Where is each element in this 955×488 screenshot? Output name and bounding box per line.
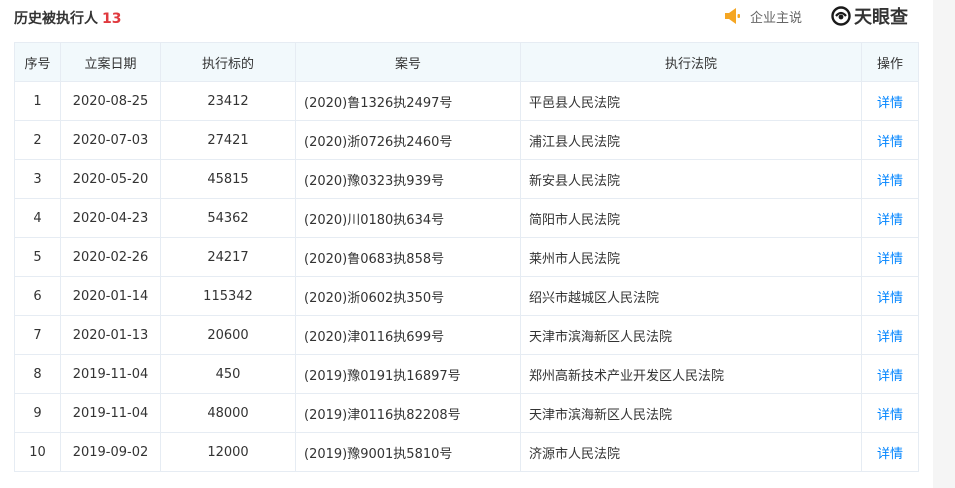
- cell-amount: 27421: [160, 120, 296, 160]
- cell-case-no: (2019)豫9001执5810号: [295, 432, 521, 472]
- detail-link[interactable]: 详情: [861, 120, 919, 160]
- section-title-text: 历史被执行人: [14, 11, 98, 27]
- column-header-action: 操作: [861, 42, 919, 82]
- cell-date: 2020-01-13: [60, 315, 161, 355]
- cell-case-no: (2019)津0116执82208号: [295, 393, 521, 433]
- brand-name: 天眼查: [854, 7, 908, 28]
- cell-case-no: (2020)鲁1326执2497号: [295, 81, 521, 121]
- cell-court: 郑州高新技术产业开发区人民法院: [520, 354, 862, 394]
- cell-no: 8: [14, 354, 61, 394]
- cell-amount: 20600: [160, 315, 296, 355]
- tianyancha-logo-icon: [831, 6, 851, 26]
- table-row: 3 2020-05-20 45815 (2020)豫0323执939号 新安县人…: [14, 159, 919, 199]
- executed-persons-table: 序号 立案日期 执行标的 案号 执行法院 操作 1 2020-08-25 234…: [14, 42, 919, 472]
- cell-amount: 450: [160, 354, 296, 394]
- column-header-date: 立案日期: [60, 42, 161, 82]
- cell-amount: 45815: [160, 159, 296, 199]
- detail-link[interactable]: 详情: [861, 354, 919, 394]
- cell-no: 10: [14, 432, 61, 472]
- detail-link[interactable]: 详情: [861, 198, 919, 238]
- column-header-court: 执行法院: [520, 42, 862, 82]
- cell-no: 9: [14, 393, 61, 433]
- cell-court: 简阳市人民法院: [520, 198, 862, 238]
- cell-date: 2020-01-14: [60, 276, 161, 316]
- cell-amount: 24217: [160, 237, 296, 277]
- cell-court: 莱州市人民法院: [520, 237, 862, 277]
- cell-date: 2020-04-23: [60, 198, 161, 238]
- cell-date: 2020-02-26: [60, 237, 161, 277]
- cell-no: 2: [14, 120, 61, 160]
- table-row: 4 2020-04-23 54362 (2020)川0180执634号 简阳市人…: [14, 198, 919, 238]
- cell-case-no: (2020)豫0323执939号: [295, 159, 521, 199]
- cell-no: 1: [14, 81, 61, 121]
- cell-court: 天津市滨海新区人民法院: [520, 393, 862, 433]
- column-header-amount: 执行标的: [160, 42, 296, 82]
- cell-case-no: (2020)津0116执699号: [295, 315, 521, 355]
- section-header: 历史被执行人 13 企业主说 天眼查: [14, 0, 917, 36]
- scrollbar-track[interactable]: [933, 0, 955, 488]
- cell-case-no: (2019)豫0191执16897号: [295, 354, 521, 394]
- detail-link[interactable]: 详情: [861, 159, 919, 199]
- table-row: 10 2019-09-02 12000 (2019)豫9001执5810号 济源…: [14, 432, 919, 472]
- table-row: 7 2020-01-13 20600 (2020)津0116执699号 天津市滨…: [14, 315, 919, 355]
- cell-case-no: (2020)川0180执634号: [295, 198, 521, 238]
- table-header-row: 序号 立案日期 执行标的 案号 执行法院 操作: [14, 42, 919, 82]
- table-row: 6 2020-01-14 115342 (2020)浙0602执350号 绍兴市…: [14, 276, 919, 316]
- enterprise-say-label: 企业主说: [750, 10, 803, 26]
- table-row: 9 2019-11-04 48000 (2019)津0116执82208号 天津…: [14, 393, 919, 433]
- cell-date: 2019-11-04: [60, 393, 161, 433]
- table-row: 5 2020-02-26 24217 (2020)鲁0683执858号 莱州市人…: [14, 237, 919, 277]
- cell-court: 济源市人民法院: [520, 432, 862, 472]
- cell-court: 天津市滨海新区人民法院: [520, 315, 862, 355]
- cell-no: 5: [14, 237, 61, 277]
- detail-link[interactable]: 详情: [861, 237, 919, 277]
- record-count: 13: [102, 11, 122, 27]
- cell-court: 新安县人民法院: [520, 159, 862, 199]
- cell-court: 浦江县人民法院: [520, 120, 862, 160]
- cell-amount: 12000: [160, 432, 296, 472]
- cell-case-no: (2020)浙0726执2460号: [295, 120, 521, 160]
- enterprise-say-link[interactable]: 企业主说: [724, 4, 802, 28]
- column-header-no: 序号: [14, 42, 61, 82]
- section-title: 历史被执行人 13: [14, 8, 121, 28]
- detail-link[interactable]: 详情: [861, 276, 919, 316]
- detail-link[interactable]: 详情: [861, 432, 919, 472]
- cell-date: 2020-05-20: [60, 159, 161, 199]
- speaker-icon: [725, 8, 740, 24]
- cell-no: 4: [14, 198, 61, 238]
- table-row: 2 2020-07-03 27421 (2020)浙0726执2460号 浦江县…: [14, 120, 919, 160]
- cell-case-no: (2020)鲁0683执858号: [295, 237, 521, 277]
- cell-date: 2020-08-25: [60, 81, 161, 121]
- cell-no: 7: [14, 315, 61, 355]
- brand-logo: 天眼查: [831, 3, 908, 29]
- cell-date: 2020-07-03: [60, 120, 161, 160]
- cell-amount: 48000: [160, 393, 296, 433]
- detail-link[interactable]: 详情: [861, 315, 919, 355]
- cell-date: 2019-09-02: [60, 432, 161, 472]
- cell-amount: 115342: [160, 276, 296, 316]
- cell-case-no: (2020)浙0602执350号: [295, 276, 521, 316]
- cell-no: 6: [14, 276, 61, 316]
- cell-date: 2019-11-04: [60, 354, 161, 394]
- cell-amount: 23412: [160, 81, 296, 121]
- cell-amount: 54362: [160, 198, 296, 238]
- detail-link[interactable]: 详情: [861, 81, 919, 121]
- cell-no: 3: [14, 159, 61, 199]
- column-header-case-no: 案号: [295, 42, 521, 82]
- cell-court: 绍兴市越城区人民法院: [520, 276, 862, 316]
- detail-link[interactable]: 详情: [861, 393, 919, 433]
- table-row: 8 2019-11-04 450 (2019)豫0191执16897号 郑州高新…: [14, 354, 919, 394]
- cell-court: 平邑县人民法院: [520, 81, 862, 121]
- table-row: 1 2020-08-25 23412 (2020)鲁1326执2497号 平邑县…: [14, 81, 919, 121]
